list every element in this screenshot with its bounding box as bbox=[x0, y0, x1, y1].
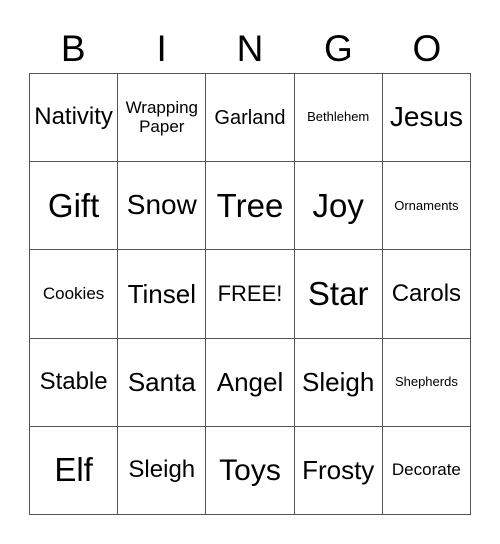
bingo-cell[interactable]: Frosty bbox=[294, 426, 383, 515]
bingo-cell[interactable]: Elf bbox=[30, 426, 119, 515]
bingo-cell[interactable]: Shepherds bbox=[382, 338, 471, 427]
bingo-cell[interactable]: Carols bbox=[382, 250, 471, 339]
header-letter-g: G bbox=[324, 28, 353, 69]
header-letter-n: N bbox=[236, 28, 264, 69]
bingo-cell[interactable]: Santa bbox=[118, 338, 207, 427]
bingo-cell[interactable]: Garland bbox=[206, 74, 295, 163]
bingo-cell[interactable]: Nativity bbox=[30, 74, 119, 163]
bingo-header: B I N G O bbox=[29, 26, 471, 72]
bingo-cell[interactable]: Gift bbox=[30, 162, 119, 251]
bingo-cell[interactable]: Tree bbox=[206, 162, 295, 251]
bingo-cell[interactable]: Star bbox=[294, 250, 383, 339]
bingo-grid: Nativity Wrapping Paper Garland Bethlehe… bbox=[29, 73, 471, 515]
bingo-cell[interactable]: Jesus bbox=[382, 74, 471, 163]
header-letter-i: I bbox=[156, 28, 167, 69]
bingo-cell[interactable]: Decorate bbox=[382, 426, 471, 515]
bingo-cell[interactable]: Bethlehem bbox=[294, 74, 383, 163]
header-letter-b: B bbox=[60, 28, 86, 69]
bingo-cell[interactable]: Wrapping Paper bbox=[118, 74, 207, 163]
bingo-cell[interactable]: Sleigh bbox=[118, 426, 207, 515]
bingo-cell[interactable]: Joy bbox=[294, 162, 383, 251]
bingo-cell[interactable]: Ornaments bbox=[382, 162, 471, 251]
header-letter-o: O bbox=[412, 28, 442, 69]
bingo-cell[interactable]: Snow bbox=[118, 162, 207, 251]
bingo-cell[interactable]: Stable bbox=[30, 338, 119, 427]
bingo-cell[interactable]: Tinsel bbox=[118, 250, 207, 339]
bingo-cell[interactable]: Toys bbox=[206, 426, 295, 515]
bingo-cell[interactable]: FREE! bbox=[206, 250, 295, 339]
bingo-cell[interactable]: Cookies bbox=[30, 250, 119, 339]
bingo-cell[interactable]: Angel bbox=[206, 338, 295, 427]
bingo-cell[interactable]: Sleigh bbox=[294, 338, 383, 427]
